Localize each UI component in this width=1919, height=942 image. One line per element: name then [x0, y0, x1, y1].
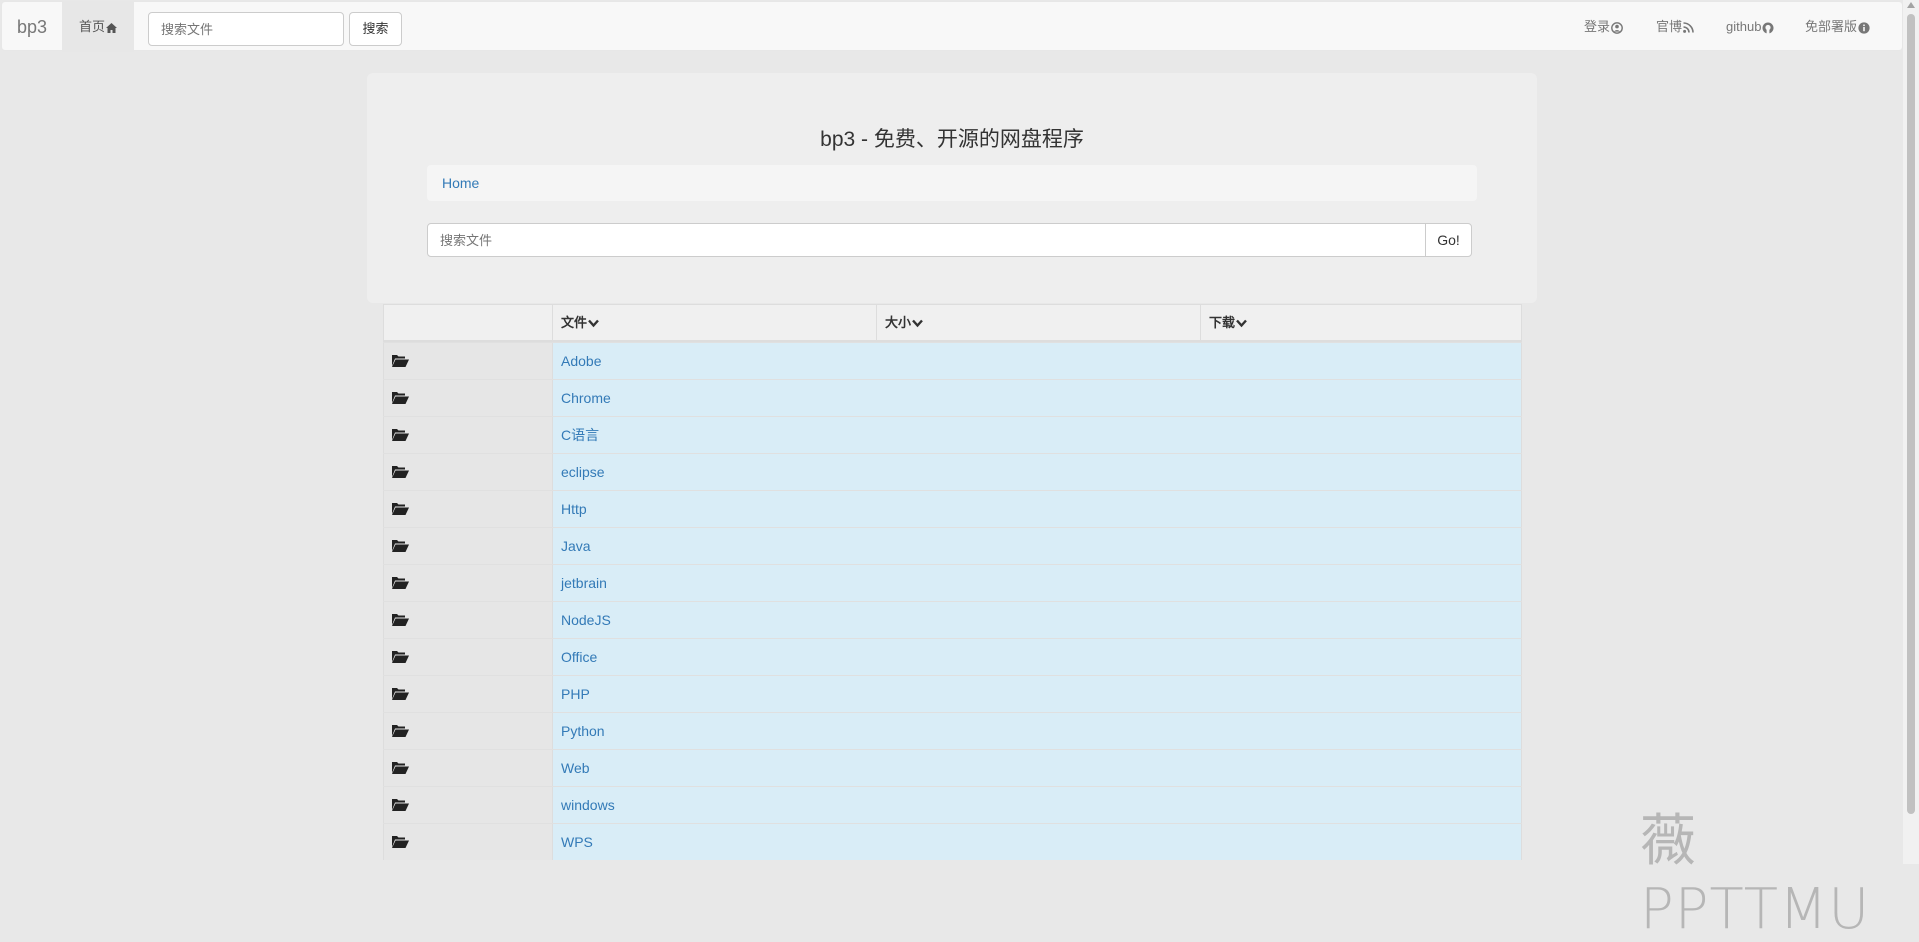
table-row[interactable]: C语言 [383, 416, 1522, 453]
home-icon [106, 22, 117, 33]
table-row[interactable]: Adobe [383, 342, 1522, 379]
folder-open-icon [392, 465, 409, 481]
row-icon-cell [383, 639, 552, 675]
row-icon-cell [383, 565, 552, 601]
folder-open-icon [392, 428, 409, 444]
row-icon-cell [383, 713, 552, 749]
row-icon-cell [383, 787, 552, 823]
table-row[interactable]: Chrome [383, 379, 1522, 416]
row-icon-cell [383, 343, 552, 379]
page-scrollbar[interactable] [1903, 0, 1919, 864]
nav-home-label: 首页 [78, 19, 105, 34]
nav-github-label: github [1726, 19, 1762, 34]
table-row[interactable]: PHP [383, 675, 1522, 712]
folder-link[interactable]: Office [552, 639, 1522, 675]
watermark: 薇 PPTTMU [1640, 809, 1871, 942]
scroll-up-arrow-icon[interactable] [1907, 2, 1915, 8]
nav-home-link[interactable]: 首页 [62, 2, 134, 52]
folder-link[interactable]: eclipse [552, 454, 1522, 490]
nav-search-button[interactable]: 搜索 [349, 12, 402, 46]
go-button[interactable]: Go! [1425, 223, 1472, 257]
folder-open-icon [392, 798, 409, 814]
nav-login-label: 登录 [1584, 19, 1611, 34]
user-circle-icon [1611, 21, 1623, 34]
nav-login-link[interactable]: 登录 [1584, 2, 1623, 52]
header-download-sort[interactable]: 下载 [1200, 305, 1522, 341]
nav-blog-link[interactable]: 官博 [1656, 2, 1694, 52]
main-search-input[interactable] [427, 223, 1426, 257]
folder-link[interactable]: WPS [552, 824, 1522, 860]
table-row[interactable]: windows [383, 786, 1522, 823]
header-download-label: 下载 [1209, 315, 1236, 330]
header-size-sort[interactable]: 大小 [876, 305, 1200, 341]
hero-panel: bp3 - 免费、开源的网盘程序 Home Go! [367, 73, 1537, 303]
folder-link[interactable]: Http [552, 491, 1522, 527]
info-circle-icon [1858, 21, 1870, 34]
rss-icon [1683, 22, 1694, 33]
chevron-down-icon [1236, 319, 1247, 328]
nav-free-deploy-label: 免部署版 [1805, 19, 1858, 34]
folder-link[interactable]: Java [552, 528, 1522, 564]
folder-open-icon [392, 724, 409, 740]
folder-link[interactable]: Chrome [552, 380, 1522, 416]
folder-open-icon [392, 354, 409, 370]
header-size-label: 大小 [885, 315, 912, 330]
table-row[interactable]: NodeJS [383, 601, 1522, 638]
table-row[interactable]: jetbrain [383, 564, 1522, 601]
row-icon-cell [383, 491, 552, 527]
table-row[interactable]: Web [383, 749, 1522, 786]
folder-link[interactable]: windows [552, 787, 1522, 823]
folder-link[interactable]: PHP [552, 676, 1522, 712]
folder-open-icon [392, 650, 409, 666]
table-row[interactable]: WPS [383, 823, 1522, 860]
github-icon [1762, 22, 1774, 34]
file-table: 文件 大小 下载 Adobe Chrome C语言 eclipse Http Java je… [383, 304, 1522, 860]
table-row[interactable]: Office [383, 638, 1522, 675]
page-title: bp3 - 免费、开源的网盘程序 [820, 128, 1084, 151]
breadcrumb: Home [427, 165, 1477, 201]
folder-link[interactable]: Python [552, 713, 1522, 749]
nav-blog-label: 官博 [1656, 19, 1683, 34]
scroll-thumb[interactable] [1907, 14, 1915, 814]
folder-open-icon [392, 613, 409, 629]
header-icon-column [383, 305, 552, 341]
table-body: Adobe Chrome C语言 eclipse Http Java jetbrain Nod… [383, 342, 1522, 860]
breadcrumb-home-link[interactable]: Home [442, 175, 479, 191]
header-file-sort[interactable]: 文件 [552, 305, 876, 341]
row-icon-cell [383, 380, 552, 416]
nav-github-link[interactable]: github [1726, 2, 1774, 52]
table-row[interactable]: Python [383, 712, 1522, 749]
row-icon-cell [383, 676, 552, 712]
folder-open-icon [392, 835, 409, 851]
table-header: 文件 大小 下载 [383, 304, 1522, 342]
chevron-down-icon [912, 319, 923, 328]
table-row[interactable]: Http [383, 490, 1522, 527]
folder-open-icon [392, 576, 409, 592]
folder-open-icon [392, 761, 409, 777]
table-row[interactable]: Java [383, 527, 1522, 564]
row-icon-cell [383, 417, 552, 453]
row-icon-cell [383, 750, 552, 786]
brand-logo[interactable]: bp3 [17, 2, 47, 52]
folder-link[interactable]: jetbrain [552, 565, 1522, 601]
row-icon-cell [383, 602, 552, 638]
row-icon-cell [383, 824, 552, 860]
folder-link[interactable]: Web [552, 750, 1522, 786]
folder-link[interactable]: NodeJS [552, 602, 1522, 638]
folder-link[interactable]: Adobe [552, 343, 1522, 379]
row-icon-cell [383, 528, 552, 564]
folder-link[interactable]: C语言 [552, 417, 1522, 453]
nav-search-input[interactable] [148, 12, 344, 46]
chevron-down-icon [588, 319, 599, 328]
nav-free-deploy-link[interactable]: 免部署版 [1805, 2, 1870, 52]
table-row[interactable]: eclipse [383, 453, 1522, 490]
row-icon-cell [383, 454, 552, 490]
top-navbar: bp3 首页 搜索 登录 官博 github 免部署版 [1, 1, 1903, 52]
folder-open-icon [392, 502, 409, 518]
header-file-label: 文件 [561, 315, 588, 330]
folder-open-icon [392, 391, 409, 407]
folder-open-icon [392, 687, 409, 703]
folder-open-icon [392, 539, 409, 555]
